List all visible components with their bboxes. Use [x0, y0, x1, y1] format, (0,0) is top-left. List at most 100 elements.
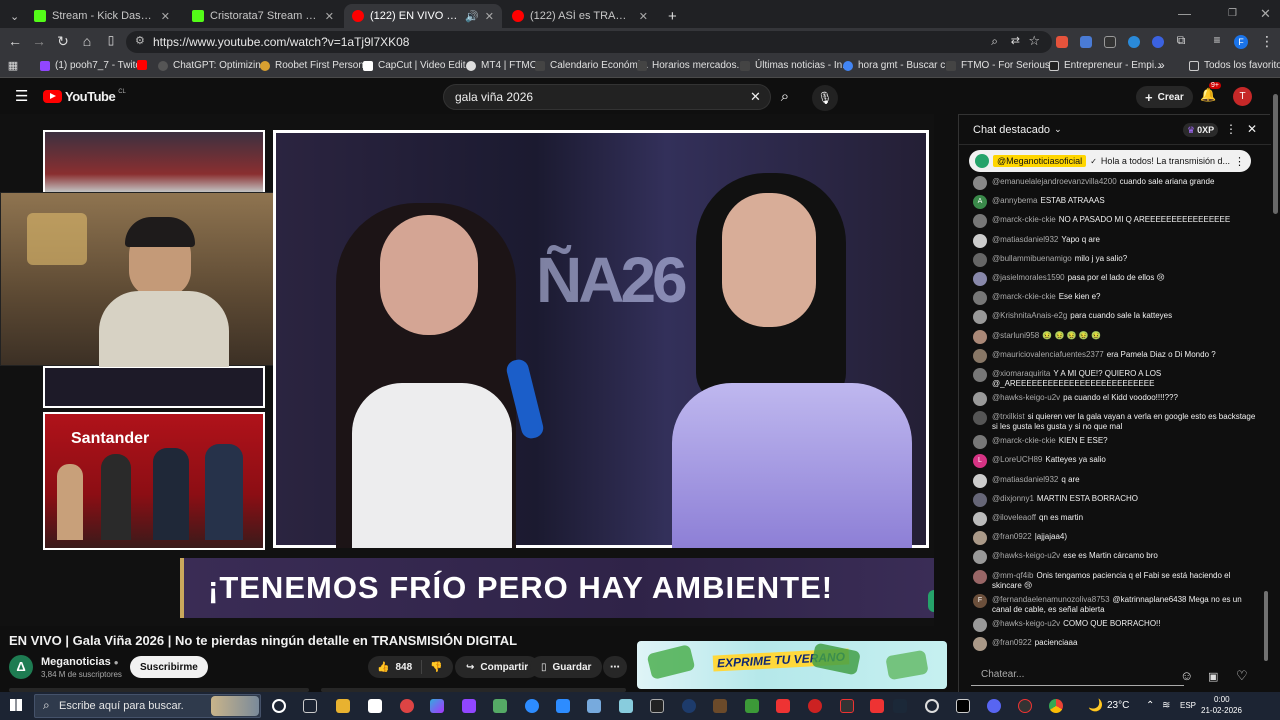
emoji-icon[interactable]: ☺ [1180, 668, 1193, 683]
chat-message[interactable]: @xiomaraquirita Y A MI QUE!? QUIERO A LOS… [973, 368, 1257, 389]
page-scrollbar[interactable] [1271, 80, 1280, 692]
profile-avatar[interactable]: F [1234, 35, 1248, 49]
bookmark-noticias[interactable]: Últimas noticias - In... [740, 60, 851, 71]
forward-icon[interactable]: → [30, 33, 48, 49]
chat-message[interactable]: A @annybema ESTAB ATRAAAS [973, 195, 1257, 210]
chat-message[interactable]: @trxilkist si quieren ver la gala vayan a… [973, 411, 1257, 432]
chat-user-avatar[interactable]: F [973, 593, 987, 608]
chat-author[interactable]: @marck-ckie-ckie [992, 215, 1056, 224]
minecraft-icon[interactable] [745, 699, 759, 713]
search-icon[interactable]: ⌕ [770, 85, 800, 111]
home-icon[interactable]: ⌂ [78, 33, 96, 49]
chat-message[interactable]: @matiasdaniel932 q are [973, 473, 1257, 488]
chat-author[interactable]: @xiomaraquirita [992, 369, 1050, 378]
chat-user-avatar[interactable] [973, 214, 987, 229]
close-icon[interactable]: ✕ [485, 10, 494, 23]
microphone-icon[interactable]: 🎙 [812, 85, 838, 111]
chat-author[interactable]: @emanuelalejandroevanzvilla4200 [992, 177, 1117, 186]
close-icon[interactable]: ✕ [639, 10, 648, 23]
chat-message[interactable]: @hawks-keigo-u2v ese es Martin cárcamo br… [973, 550, 1257, 565]
clock-time[interactable]: 0:00 [1214, 695, 1230, 704]
chat-message[interactable]: @marck-ckie-ckie NO A PASADO MI Q AREEEEE… [973, 214, 1257, 229]
task-view-icon[interactable] [303, 699, 317, 713]
chat-user-avatar[interactable] [973, 310, 987, 325]
chat-user-avatar[interactable] [973, 617, 987, 632]
chat-user-avatar[interactable] [973, 636, 987, 651]
app-icon[interactable] [493, 699, 507, 713]
chat-menu-icon[interactable]: ⋮ [1225, 122, 1237, 136]
bookmark-chatgpt[interactable]: ChatGPT: Optimizin... [158, 60, 269, 71]
chat-user-avatar[interactable] [973, 233, 987, 248]
app-icon[interactable] [713, 699, 727, 713]
chat-author[interactable]: @mm-qf4ib [992, 571, 1033, 580]
chat-message[interactable]: F @fernandaelenamunozoliva8753 @katrinnapl… [973, 593, 1257, 615]
subscribe-button[interactable]: Suscribirme [130, 656, 208, 678]
wifi-icon[interactable]: ≋ [1162, 700, 1170, 711]
clear-search-icon[interactable]: ✕ [750, 89, 761, 105]
tab-cristorata-stream[interactable]: Cristorata7 Stream - Watch Live on Kick … [184, 4, 342, 28]
pinned-message[interactable]: @Meganoticiasoficial ✓ Hola a todos! La … [969, 150, 1251, 172]
discord-icon[interactable] [987, 699, 1001, 713]
chat-author[interactable]: @hawks-keigo-u2v [992, 393, 1060, 402]
chat-message[interactable]: @fran0922 pacienciaaa [973, 636, 1257, 651]
chat-input[interactable]: Chatear... [971, 666, 1184, 686]
app-icon[interactable] [840, 699, 854, 713]
translate-icon[interactable]: ⇄ [1011, 34, 1020, 47]
close-icon[interactable]: ✕ [161, 10, 170, 23]
chat-message[interactable]: @marck-ckie-ckie Ese kien e? [973, 291, 1257, 306]
windows-start-icon[interactable] [10, 699, 22, 711]
chat-author[interactable]: @fran0922 [992, 638, 1032, 647]
chat-user-avatar[interactable] [973, 411, 987, 426]
window-close-icon[interactable]: ✕ [1260, 6, 1271, 22]
chat-message[interactable]: @hawks-keigo-u2v COMO QUE BORRACHO!! [973, 617, 1257, 632]
clock-date[interactable]: 21-02-2026 [1201, 706, 1242, 715]
chat-author[interactable]: @trxilkist [992, 412, 1025, 421]
weather-moon-icon[interactable]: 🌙 [1088, 698, 1103, 712]
apps-grid-icon[interactable]: ▦ [4, 59, 22, 72]
like-button[interactable]: 👍 848 [368, 660, 423, 674]
extension-icon[interactable] [1128, 36, 1140, 48]
address-bar[interactable]: ⚙ https://www.youtube.com/watch?v=1aTj9l… [126, 31, 1052, 53]
channel-name[interactable]: Meganoticias ● [41, 656, 119, 668]
chat-author[interactable]: @jasielmorales1590 [992, 273, 1065, 282]
chat-user-avatar[interactable] [973, 272, 987, 286]
chat-author[interactable]: @fran0922 [992, 532, 1032, 541]
chat-message[interactable]: @starluni958 🤢 🤢 🤢 🤢 🤢 [973, 329, 1257, 344]
bookmark-mt4-ftmo[interactable]: MT4 | FTMO [466, 60, 537, 71]
chat-user-avatar[interactable] [973, 368, 987, 382]
chat-author[interactable]: @LoreUCH89 [992, 455, 1042, 464]
copilot-icon[interactable] [430, 699, 444, 713]
app-icon[interactable] [870, 699, 884, 713]
media-queue-icon[interactable]: ≡ [1208, 33, 1226, 47]
chat-author[interactable]: @iloveleaoff [992, 513, 1036, 522]
reload-icon[interactable]: ↻ [54, 33, 72, 50]
chat-user-avatar[interactable] [973, 392, 987, 406]
speaker-icon[interactable]: 🔊 [465, 10, 479, 23]
chat-user-avatar[interactable] [973, 492, 987, 507]
twitch-icon[interactable] [462, 699, 476, 713]
chat-author[interactable]: @marck-ckie-ckie [992, 436, 1056, 445]
chat-author[interactable]: @fernandaelenamunozoliva8753 [992, 595, 1110, 604]
chat-message[interactable]: @dixjonny1 MARTIN ESTA BORRACHO [973, 492, 1257, 507]
sponsored-ad-banner[interactable]: EXPRIME TU VERANO [637, 641, 947, 689]
chat-user-avatar[interactable] [973, 569, 987, 584]
channel-avatar[interactable]: Δ [9, 655, 33, 679]
bookmark-capcut[interactable]: CapCut | Video Edit... [363, 60, 474, 71]
app-icon[interactable] [682, 699, 696, 713]
close-chat-icon[interactable]: ✕ [1247, 122, 1257, 136]
chat-message[interactable]: @KrishnitaAnais-e2g para cuando sale la k… [973, 310, 1257, 325]
chat-author[interactable]: @hawks-keigo-u2v [992, 551, 1060, 560]
site-info-icon[interactable]: ⚙ [135, 34, 145, 47]
app-icon[interactable] [619, 699, 633, 713]
chat-author[interactable]: @bullammibuenamigo [992, 254, 1072, 263]
chat-author[interactable]: @marck-ckie-ckie [992, 292, 1056, 301]
file-explorer-icon[interactable] [336, 699, 350, 713]
extension-icon[interactable] [1080, 36, 1092, 48]
chat-message[interactable]: @jasielmorales1590 pasa por el lado de el… [973, 272, 1257, 286]
youtube-logo[interactable]: YouTube CL [43, 89, 126, 104]
more-actions-button[interactable]: ⋯ [603, 656, 627, 678]
app-icon[interactable] [808, 699, 822, 713]
chat-mode-dropdown[interactable]: Chat destacado ⌄ [973, 124, 1062, 136]
app-icon[interactable] [525, 699, 539, 713]
chat-user-avatar[interactable] [973, 435, 987, 450]
